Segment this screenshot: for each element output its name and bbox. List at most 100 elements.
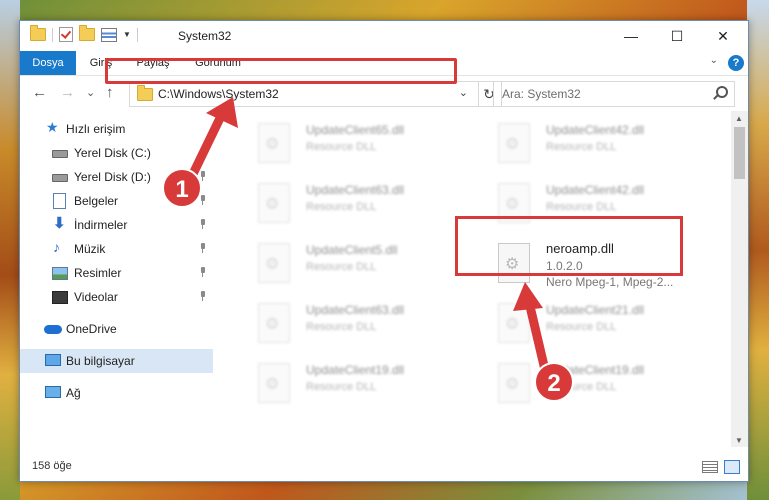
file-type: Resource DLL (306, 321, 377, 333)
pin-icon (199, 147, 207, 157)
vertical-scrollbar[interactable]: ▲ ▼ (731, 111, 748, 447)
status-bar: 158 öğe (20, 455, 748, 481)
forward-button[interactable]: → (60, 84, 75, 101)
file-type: Resource DLL (306, 381, 377, 393)
neroamp-file-highlight (455, 216, 683, 276)
chevron-down-icon[interactable]: ⌄ (459, 86, 468, 99)
drive-icon (52, 174, 68, 182)
file-item[interactable]: UpdateClient42.dll Resource DLL (490, 117, 710, 169)
pin-icon (199, 171, 207, 181)
pictures-icon (52, 267, 68, 280)
search-input[interactable]: Ara: System32 (493, 81, 735, 107)
sidebar-item-label: Belgeler (74, 194, 119, 208)
search-placeholder: Ara: System32 (502, 87, 581, 101)
up-button[interactable]: ↑ (106, 84, 114, 101)
minimize-button[interactable]: — (608, 21, 654, 51)
sidebar-item-label: OneDrive (66, 322, 117, 336)
sidebar-item-quick-access[interactable]: ★ Hızlı erişim (20, 117, 213, 141)
sidebar-item-onedrive[interactable]: OneDrive (20, 317, 213, 341)
sidebar-item-label: Resimler (74, 266, 122, 280)
dll-file-icon (258, 363, 290, 403)
star-icon: ★ (46, 119, 59, 135)
item-count: 158 öğe (32, 460, 72, 472)
sidebar-item-label: Bu bilgisayar (66, 354, 135, 368)
file-type: Resource DLL (546, 381, 617, 393)
file-type: Resource DLL (306, 261, 377, 273)
address-path[interactable]: C:\Windows\System32 (158, 87, 279, 101)
tab-file[interactable]: Dosya (20, 51, 76, 75)
dll-file-icon (258, 303, 290, 343)
pin-icon (199, 267, 207, 277)
customize-list-icon[interactable] (101, 27, 117, 42)
sidebar-item-pictures[interactable]: Resimler (20, 261, 213, 285)
file-item[interactable]: UpdateClient19.dll Resource DLL (250, 357, 470, 409)
music-icon: ♪ (53, 239, 60, 255)
file-item[interactable]: UpdateClient63.dll Resource DLL (250, 177, 470, 229)
sidebar-item-label: İndirmeler (74, 218, 128, 232)
address-bar[interactable]: C:\Windows\System32 ⌄ (129, 81, 479, 107)
file-item[interactable]: UpdateClient5.dll Resource DLL (250, 237, 470, 289)
sidebar-item-label: Yerel Disk (D:) (74, 170, 151, 184)
help-button[interactable]: ? (728, 55, 744, 71)
file-item[interactable]: UpdateClient65.dll Resource DLL (250, 117, 470, 169)
close-button[interactable]: ✕ (700, 21, 746, 51)
network-icon (45, 386, 61, 398)
dll-file-icon (498, 123, 530, 163)
sidebar-item-label: Müzik (74, 242, 106, 256)
sidebar-item-music[interactable]: ♪ Müzik (20, 237, 213, 261)
desktop-wallpaper-right (747, 0, 769, 500)
maximize-button[interactable]: ☐ (654, 21, 700, 51)
sidebar-item-label: Videolar (74, 290, 118, 304)
pin-icon (199, 195, 207, 205)
toolbar-divider (136, 27, 138, 42)
sidebar-item-this-pc[interactable]: Bu bilgisayar (20, 349, 213, 373)
sidebar-item-downloads[interactable]: ⬇ İndirmeler (20, 213, 213, 237)
file-name: UpdateClient19.dll (306, 363, 405, 377)
details-view-icon[interactable] (702, 461, 718, 473)
file-name: UpdateClient63.dll (306, 303, 405, 317)
scrollbar-thumb[interactable] (734, 127, 745, 179)
properties-check-icon[interactable] (59, 27, 73, 42)
sidebar-item-videos[interactable]: Videolar (20, 285, 213, 309)
navigation-pane: ★ Hızlı erişim Yerel Disk (C:) Yerel Dis… (20, 111, 213, 447)
sidebar-item-documents[interactable]: Belgeler (20, 189, 213, 213)
dll-file-icon (498, 363, 530, 403)
ribbon-expand-chevron-icon[interactable]: ⌄ (710, 55, 718, 66)
onedrive-icon (44, 325, 62, 334)
folder-icon (30, 25, 46, 41)
file-name: UpdateClient63.dll (306, 183, 405, 197)
drive-icon (52, 150, 68, 158)
sidebar-item-network[interactable]: Ağ (20, 381, 213, 405)
pin-icon (199, 219, 207, 229)
file-item[interactable]: UpdateClient63.dll Resource DLL (250, 297, 470, 349)
sidebar-item-local-disk-c[interactable]: Yerel Disk (C:) (20, 141, 213, 165)
folder-icon (137, 85, 153, 101)
sidebar-item-local-disk-d[interactable]: Yerel Disk (D:) (20, 165, 213, 189)
videos-icon (52, 291, 68, 304)
new-folder-icon[interactable] (79, 25, 95, 41)
file-name: UpdateClient21.dll (546, 303, 645, 317)
dll-file-icon (498, 303, 530, 343)
file-description: Nero Mpeg-1, Mpeg-2... (546, 275, 674, 289)
search-icon[interactable] (716, 86, 728, 98)
large-icons-view-icon[interactable] (724, 460, 740, 474)
scroll-up-arrow-icon[interactable]: ▲ (735, 114, 743, 123)
back-button[interactable]: ← (32, 84, 47, 101)
file-type: Resource DLL (546, 321, 617, 333)
file-name: UpdateClient42.dll (546, 183, 645, 197)
recent-locations-button[interactable]: ⌄ (86, 86, 95, 99)
file-item[interactable]: UpdateClient19.dll Resource DLL (490, 357, 710, 409)
downloads-icon: ⬇ (53, 215, 66, 232)
file-type: Resource DLL (546, 201, 617, 213)
pin-icon (199, 291, 207, 301)
toolbar-divider (52, 27, 53, 42)
window-title: System32 (178, 29, 232, 43)
file-name: UpdateClient42.dll (546, 123, 645, 137)
quick-access-toolbar: ▼ (30, 25, 138, 42)
dll-file-icon (258, 183, 290, 223)
scroll-down-arrow-icon[interactable]: ▼ (735, 436, 743, 445)
documents-icon (53, 193, 66, 209)
file-item[interactable]: UpdateClient21.dll Resource DLL (490, 297, 710, 349)
desktop-wallpaper-left (0, 0, 20, 500)
chevron-down-icon[interactable]: ▼ (123, 30, 131, 39)
